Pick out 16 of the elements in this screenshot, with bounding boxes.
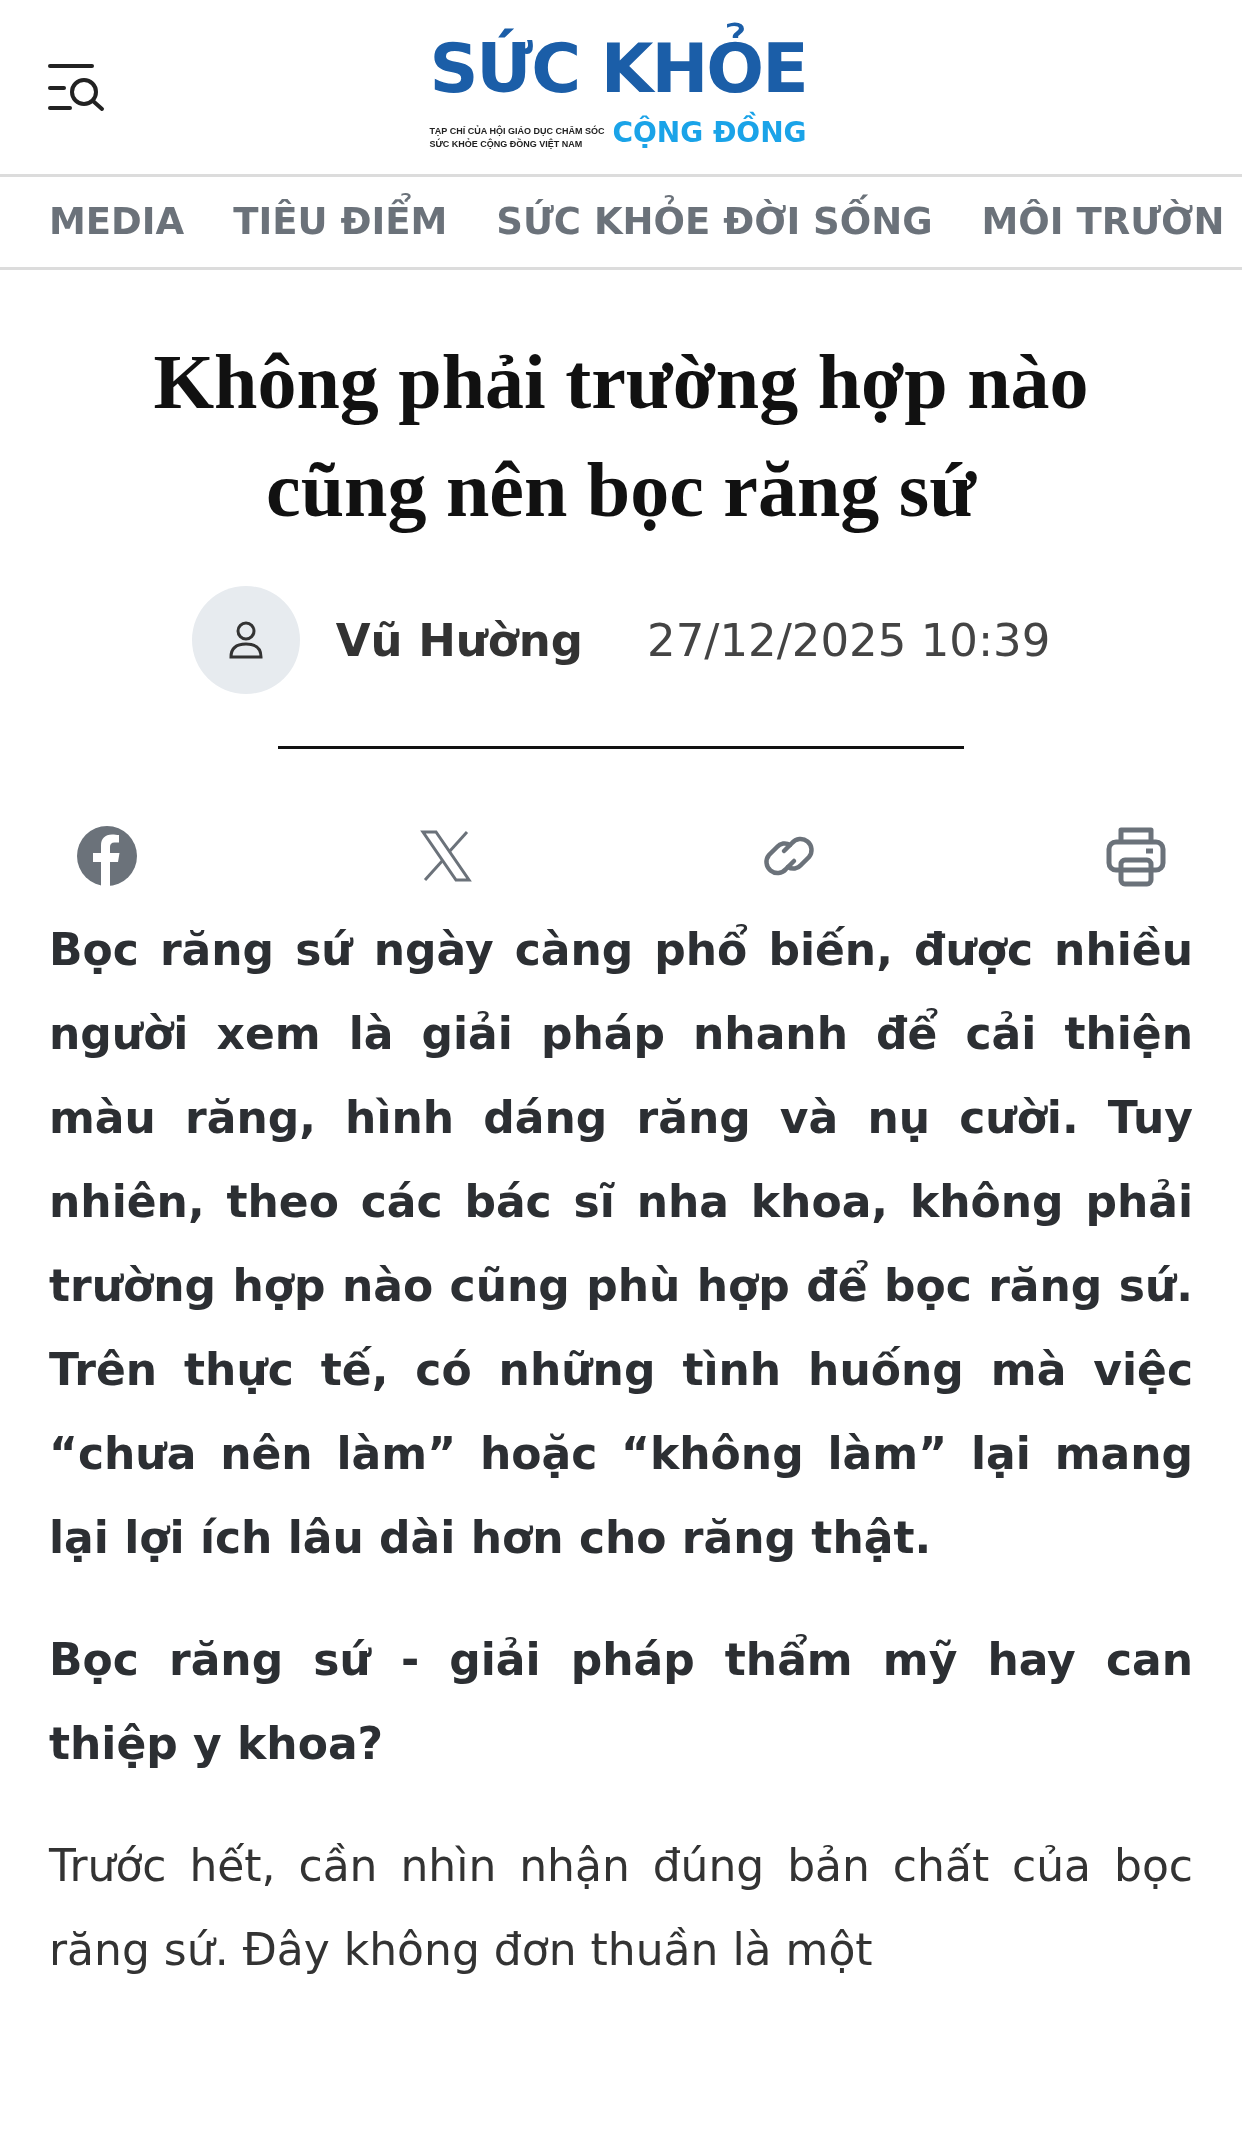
logo-tagline: TẠP CHÍ CỦA HỘI GIÁO DỤC CHĂM SÓC: [429, 125, 605, 138]
nav-tab[interactable]: MEDIA: [49, 195, 185, 249]
author-name[interactable]: Vũ Hường: [335, 613, 583, 667]
article-paragraph: Trước hết, cần nhìn nhận đúng bản chất của bọc răng sứ. Đây không đơn thuần là một: [49, 1839, 1193, 1977]
publish-date: 27/12/2025 10:39: [647, 613, 1051, 667]
article-lead: Bọc răng sứ ngày càng phổ biến, được nhiều người xem là giải pháp nhanh để cải thiện màu răng, hình dáng răng và nụ cười. Tuy nhiên, theo các bác sĩ nha khoa, không phải trường hợp nào cũng phù hợp để bọc răng sứ. Trên thực tế, có những tình huống mà việc “chưa nên làm” hoặc “không làm” lại mang lại lợi ích lâu dài hơn cho răng thật.: [49, 923, 1193, 1565]
nav-tab[interactable]: SỨC KHỎE ĐỜI SỐNG: [496, 195, 933, 249]
nav-tab[interactable]: TIÊU ĐIỂM: [233, 195, 448, 249]
logo-tagline: SỨC KHỎE CỘNG ĐỒNG VIỆT NAM: [429, 138, 584, 152]
x-icon[interactable]: [420, 830, 472, 882]
article-title: Không phải trường hợp nào cũng nên bọc răng sứ: [152, 337, 1090, 535]
site-logo[interactable]: SỨC KHỎE TẠP CHÍ CỦA HỘI GIÁO DỤC CHĂM SÓC SỨC KHỎE CỘNG ĐỒNG VIỆT NAM CỘNG ĐỒNG: [429, 22, 807, 152]
menu-search-icon[interactable]: [48, 62, 106, 112]
facebook-icon[interactable]: [76, 825, 138, 887]
nav-tab[interactable]: MÔI TRƯỜN: [981, 195, 1225, 249]
section-heading: Bọc răng sứ - giải pháp thẩm mỹ hay can thiệp y khoa?: [49, 1633, 1193, 1771]
